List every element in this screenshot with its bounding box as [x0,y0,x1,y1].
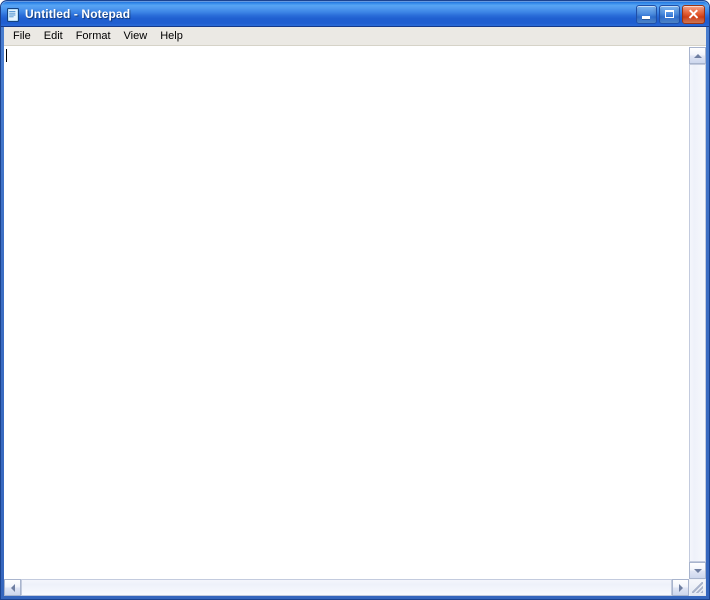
menu-item-view[interactable]: View [118,28,155,45]
scroll-left-arrow-icon [10,583,15,592]
text-caret [6,49,7,62]
menu-item-file[interactable]: File [7,28,38,45]
title-bar[interactable]: Untitled - Notepad [1,1,709,27]
menu-bar: File Edit Format View Help [4,27,706,46]
scroll-down-button[interactable] [689,562,706,579]
minimize-icon [642,15,650,19]
vertical-scrollbar[interactable] [689,47,706,579]
minimize-button[interactable] [636,4,657,24]
menu-item-format[interactable]: Format [70,28,118,45]
horizontal-scroll-track[interactable] [21,579,672,596]
notepad-icon [5,7,21,23]
resize-grip[interactable] [689,579,706,596]
notepad-window: Untitled - Notepad File Edit Format View… [0,0,710,600]
horizontal-scrollbar[interactable] [4,579,706,596]
scroll-up-button[interactable] [689,47,706,64]
menu-item-help[interactable]: Help [154,28,190,45]
vertical-scroll-track[interactable] [689,64,706,562]
close-icon [683,6,704,23]
scroll-down-arrow-icon [693,568,702,573]
maximize-button[interactable] [659,4,680,24]
maximize-icon [665,9,674,18]
client-area: File Edit Format View Help [4,27,706,596]
menu-item-edit[interactable]: Edit [38,28,70,45]
close-button[interactable] [682,4,705,24]
scroll-left-button[interactable] [4,579,21,596]
scroll-right-arrow-icon [678,583,683,592]
window-title: Untitled - Notepad [25,7,131,21]
editor-region [4,46,706,596]
text-editor[interactable] [4,47,689,579]
caption-button-group [636,4,705,24]
scroll-right-button[interactable] [672,579,689,596]
editor-row [4,47,706,579]
scroll-up-arrow-icon [693,53,702,58]
